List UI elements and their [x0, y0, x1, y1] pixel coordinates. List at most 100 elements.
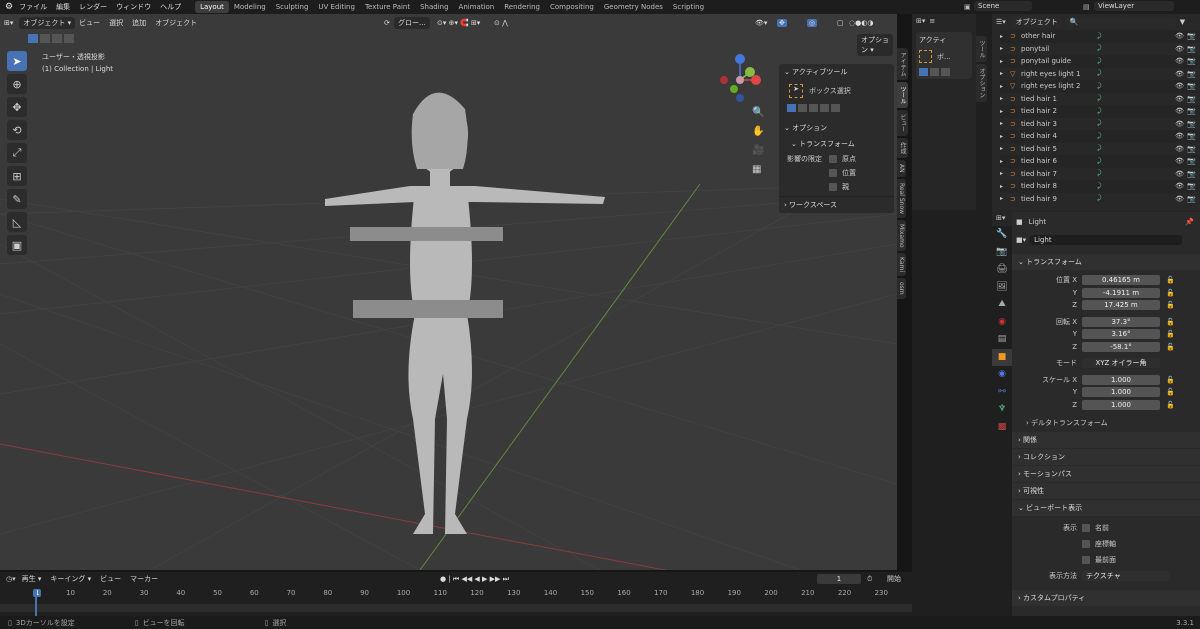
outliner-row[interactable]: ▸ ⊃ tied hair 9 ⤸ 👁 📷: [1000, 193, 1200, 206]
playback-controls-icon[interactable]: ● | ⏮ ◀◀ ◀ ▶ ▶▶ ⏭: [440, 575, 509, 584]
modifier-icon[interactable]: ⤸: [1097, 119, 1137, 128]
box-select-row[interactable]: ➤ ボックス選択: [779, 80, 894, 102]
tab-sculpting[interactable]: Sculpting: [271, 1, 314, 13]
outliner-row[interactable]: ▸ ⊃ tied hair 3 ⤸ 👁 📷: [1000, 118, 1200, 131]
mode-dropdown[interactable]: オブジェクト ▾: [19, 17, 76, 29]
visibility-eye-icon[interactable]: 👁: [1175, 170, 1184, 178]
visibility-eye-icon[interactable]: 👁: [1175, 95, 1184, 103]
outliner-item-label[interactable]: tied hair 2: [1021, 107, 1097, 115]
view-layer-props-icon[interactable]: 🖼: [992, 279, 1012, 297]
modifier-icon[interactable]: ⤸: [1097, 157, 1137, 166]
parent-checkbox[interactable]: [829, 183, 837, 191]
frame-ruler[interactable]: 1 10 20 30 40 50 60 70 80 90 100 110 120 130 140 150 160…: [0, 589, 990, 601]
render-camera-icon[interactable]: 📷: [1187, 57, 1196, 65]
tool-settings-view-menu[interactable]: ≡: [929, 17, 935, 25]
location-z-field[interactable]: 17.425 m: [1082, 300, 1160, 311]
render-camera-icon[interactable]: 📷: [1187, 107, 1196, 115]
visibility-eye-icon[interactable]: 👁: [1175, 82, 1184, 90]
outliner-row[interactable]: ▸ ⊃ tied hair 8 ⤸ 👁 📷: [1000, 180, 1200, 193]
modifier-icon[interactable]: ⤸: [1097, 132, 1137, 141]
outliner-item-label[interactable]: tied hair 3: [1021, 120, 1097, 128]
pan-hand-icon[interactable]: ✋: [752, 126, 768, 137]
viewlayer-selector[interactable]: ViewLayer: [1094, 1, 1174, 11]
options-header[interactable]: ⌄ オプション: [779, 120, 894, 136]
tab-item[interactable]: アイテム: [897, 48, 908, 80]
expand-icon[interactable]: ▸: [1000, 158, 1010, 165]
render-camera-icon[interactable]: 📷: [1187, 120, 1196, 128]
box-select-mini-icon[interactable]: [919, 50, 932, 63]
modifier-icon[interactable]: ⤸: [1097, 144, 1137, 153]
outliner-item-label[interactable]: tied hair 9: [1021, 195, 1097, 203]
pin-icon[interactable]: 📌: [1185, 218, 1194, 226]
tab-layout[interactable]: Layout: [195, 1, 229, 13]
camera-icon[interactable]: 🎥: [752, 145, 768, 156]
tab-tool[interactable]: ツール: [897, 82, 908, 108]
tab-rendering[interactable]: Rendering: [499, 1, 545, 13]
add-cube-tool-icon[interactable]: ▣: [7, 235, 27, 255]
show-name-checkbox[interactable]: [1082, 524, 1090, 532]
visibility-eye-icon[interactable]: 👁: [1175, 107, 1184, 115]
cursor-tool-icon[interactable]: ⊕: [7, 74, 27, 94]
tab-animation[interactable]: Animation: [454, 1, 500, 13]
outliner-row[interactable]: ▸ ▽ right eyes light 2 ⤸ 👁 📷: [1000, 80, 1200, 93]
scene-props-icon[interactable]: ⛰: [992, 296, 1012, 314]
expand-icon[interactable]: ▸: [1000, 170, 1010, 177]
render-camera-icon[interactable]: 📷: [1187, 182, 1196, 190]
menu-object[interactable]: オブジェクト: [155, 18, 197, 28]
outliner-row[interactable]: ▸ ⊃ tied hair 1 ⤸ 👁 📷: [1000, 93, 1200, 106]
outliner-item-label[interactable]: right eyes light 1: [1021, 70, 1097, 78]
tab-create[interactable]: 作成: [897, 138, 908, 158]
visibility-eye-icon[interactable]: 👁: [1175, 195, 1184, 203]
expand-icon[interactable]: ▸: [1000, 145, 1010, 152]
outliner-row[interactable]: ▸ ▽ right eyes light 1 ⤸ 👁 📷: [1000, 68, 1200, 81]
tab-mixamo[interactable]: Mixamo: [897, 219, 906, 252]
outliner-item-label[interactable]: tied hair 1: [1021, 95, 1097, 103]
collections-section[interactable]: › コレクション: [1012, 449, 1200, 465]
collection-props-icon[interactable]: ▤: [992, 331, 1012, 349]
scale-tool-icon[interactable]: ⤢: [7, 143, 27, 163]
overlay-toggle-icon[interactable]: ◎: [807, 19, 818, 27]
outliner-item-label[interactable]: tied hair 4: [1021, 132, 1097, 140]
outliner-row[interactable]: ▸ ⊃ ponytail ⤸ 👁 📷: [1000, 43, 1200, 56]
select-mode-icons[interactable]: [28, 34, 74, 43]
render-camera-icon[interactable]: 📷: [1187, 45, 1196, 53]
rotation-z-field[interactable]: -58.1°: [1082, 341, 1160, 352]
properties-editor-icon[interactable]: ⊞▾: [996, 214, 1005, 222]
render-camera-icon[interactable]: 📷: [1187, 157, 1196, 165]
move-tool-icon[interactable]: ✥: [7, 97, 27, 117]
tab-compositing[interactable]: Compositing: [545, 1, 599, 13]
transform-header[interactable]: ⌄ トランスフォーム: [779, 136, 894, 152]
visibility-eye-icon[interactable]: 👁: [1175, 182, 1184, 190]
visibility-icon[interactable]: 👁▾: [755, 19, 767, 27]
outliner-row[interactable]: ▸ ⊃ tied hair 6 ⤸ 👁 📷: [1000, 155, 1200, 168]
tab-options-mini[interactable]: オプション: [976, 64, 987, 102]
visibility-section[interactable]: › 可視性: [1012, 483, 1200, 499]
expand-icon[interactable]: ▸: [1000, 108, 1010, 115]
render-camera-icon[interactable]: 📷: [1187, 82, 1196, 90]
rotation-y-field[interactable]: 3.16°: [1082, 329, 1160, 340]
rotation-x-field[interactable]: 37.3°: [1082, 316, 1160, 327]
visibility-eye-icon[interactable]: 👁: [1175, 32, 1184, 40]
measure-tool-icon[interactable]: ◺: [7, 212, 27, 232]
viewlayer-icon[interactable]: ▤: [1083, 3, 1090, 11]
scene-selector[interactable]: Scene: [974, 1, 1032, 11]
tab-shading[interactable]: Shading: [415, 1, 453, 13]
constraint-props-icon[interactable]: ⚯: [992, 384, 1012, 402]
options-button[interactable]: オプション ▾: [857, 34, 893, 56]
modifier-icon[interactable]: ⤸: [1097, 94, 1137, 103]
expand-icon[interactable]: ▸: [1000, 95, 1010, 102]
annotate-tool-icon[interactable]: ✎: [7, 189, 27, 209]
scale-x-field[interactable]: 1.000: [1082, 374, 1160, 385]
tab-an[interactable]: AN: [897, 160, 906, 177]
outliner-item-label[interactable]: other hair: [1021, 32, 1097, 40]
current-frame-field[interactable]: 1: [817, 574, 861, 584]
modifier-icon[interactable]: ⤸: [1097, 169, 1137, 178]
outliner-editor-icon[interactable]: ☰▾: [996, 18, 1006, 26]
orientation-dropdown[interactable]: グロー...: [394, 17, 430, 29]
xray-icon[interactable]: ▢: [837, 19, 844, 27]
tab-geometry-nodes[interactable]: Geometry Nodes: [599, 1, 668, 13]
navigation-gizmo[interactable]: [712, 52, 768, 112]
object-data-props-icon[interactable]: ♆: [992, 401, 1012, 419]
modifier-icon[interactable]: ⤸: [1097, 32, 1137, 41]
outliner-mode-dropdown[interactable]: オブジェクト: [1011, 16, 1062, 28]
